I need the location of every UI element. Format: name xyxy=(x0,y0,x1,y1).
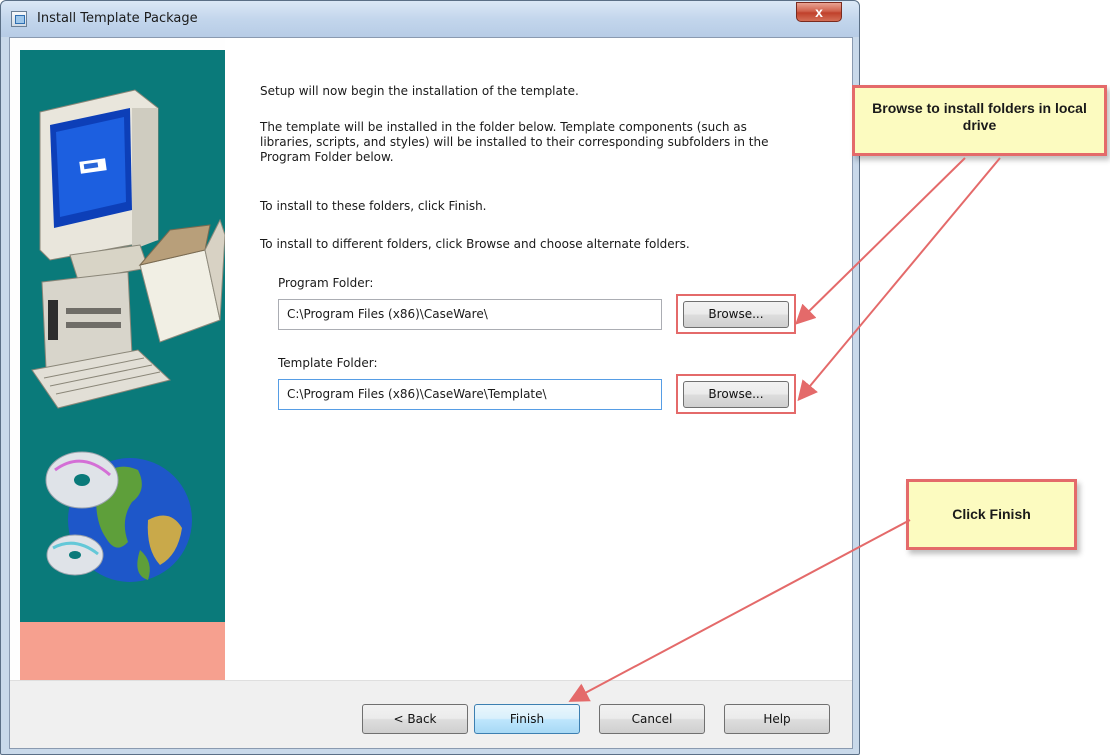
description-text: The template will be installed in the fo… xyxy=(260,120,769,164)
finish-callout-text: Click Finish xyxy=(952,506,1031,522)
browse-callout: Browse to install folders in local drive xyxy=(852,85,1107,156)
program-folder-label: Program Folder: xyxy=(278,276,374,290)
setup-art-panel xyxy=(10,38,225,680)
instructions-pane: Setup will now begin the installation of… xyxy=(225,38,852,680)
finish-button[interactable]: Finish xyxy=(474,704,580,734)
cancel-button[interactable]: Cancel xyxy=(599,704,705,734)
intro-text: Setup will now begin the installation of… xyxy=(260,84,579,98)
finish-callout: Click Finish xyxy=(906,479,1077,550)
browse-hint-text: To install to different folders, click B… xyxy=(260,237,690,251)
back-button[interactable]: < Back xyxy=(362,704,468,734)
program-folder-input[interactable]: C:\Program Files (x86)\CaseWare\ xyxy=(278,299,662,330)
install-dialog: Install Template Package x Setup will no… xyxy=(0,0,860,755)
template-folder-label: Template Folder: xyxy=(278,356,378,370)
finish-hint-text: To install to these folders, click Finis… xyxy=(260,199,487,213)
computer-and-globe-illustration xyxy=(31,89,225,582)
window-title: Install Template Package xyxy=(37,11,198,26)
title-bar[interactable]: Install Template Package x xyxy=(1,1,859,37)
app-window-icon xyxy=(11,11,27,27)
footer-separator xyxy=(10,680,852,681)
dialog-client-area: Setup will now begin the installation of… xyxy=(9,37,853,749)
template-folder-browse-button[interactable]: Browse... xyxy=(683,381,789,408)
close-button[interactable]: x xyxy=(796,2,842,22)
program-folder-browse-button[interactable]: Browse... xyxy=(683,301,789,328)
browse-callout-text: Browse to install folders in local drive xyxy=(872,100,1087,133)
help-button[interactable]: Help xyxy=(724,704,830,734)
art-footer-band xyxy=(20,622,225,680)
template-folder-input[interactable]: C:\Program Files (x86)\CaseWare\Template… xyxy=(278,379,662,410)
